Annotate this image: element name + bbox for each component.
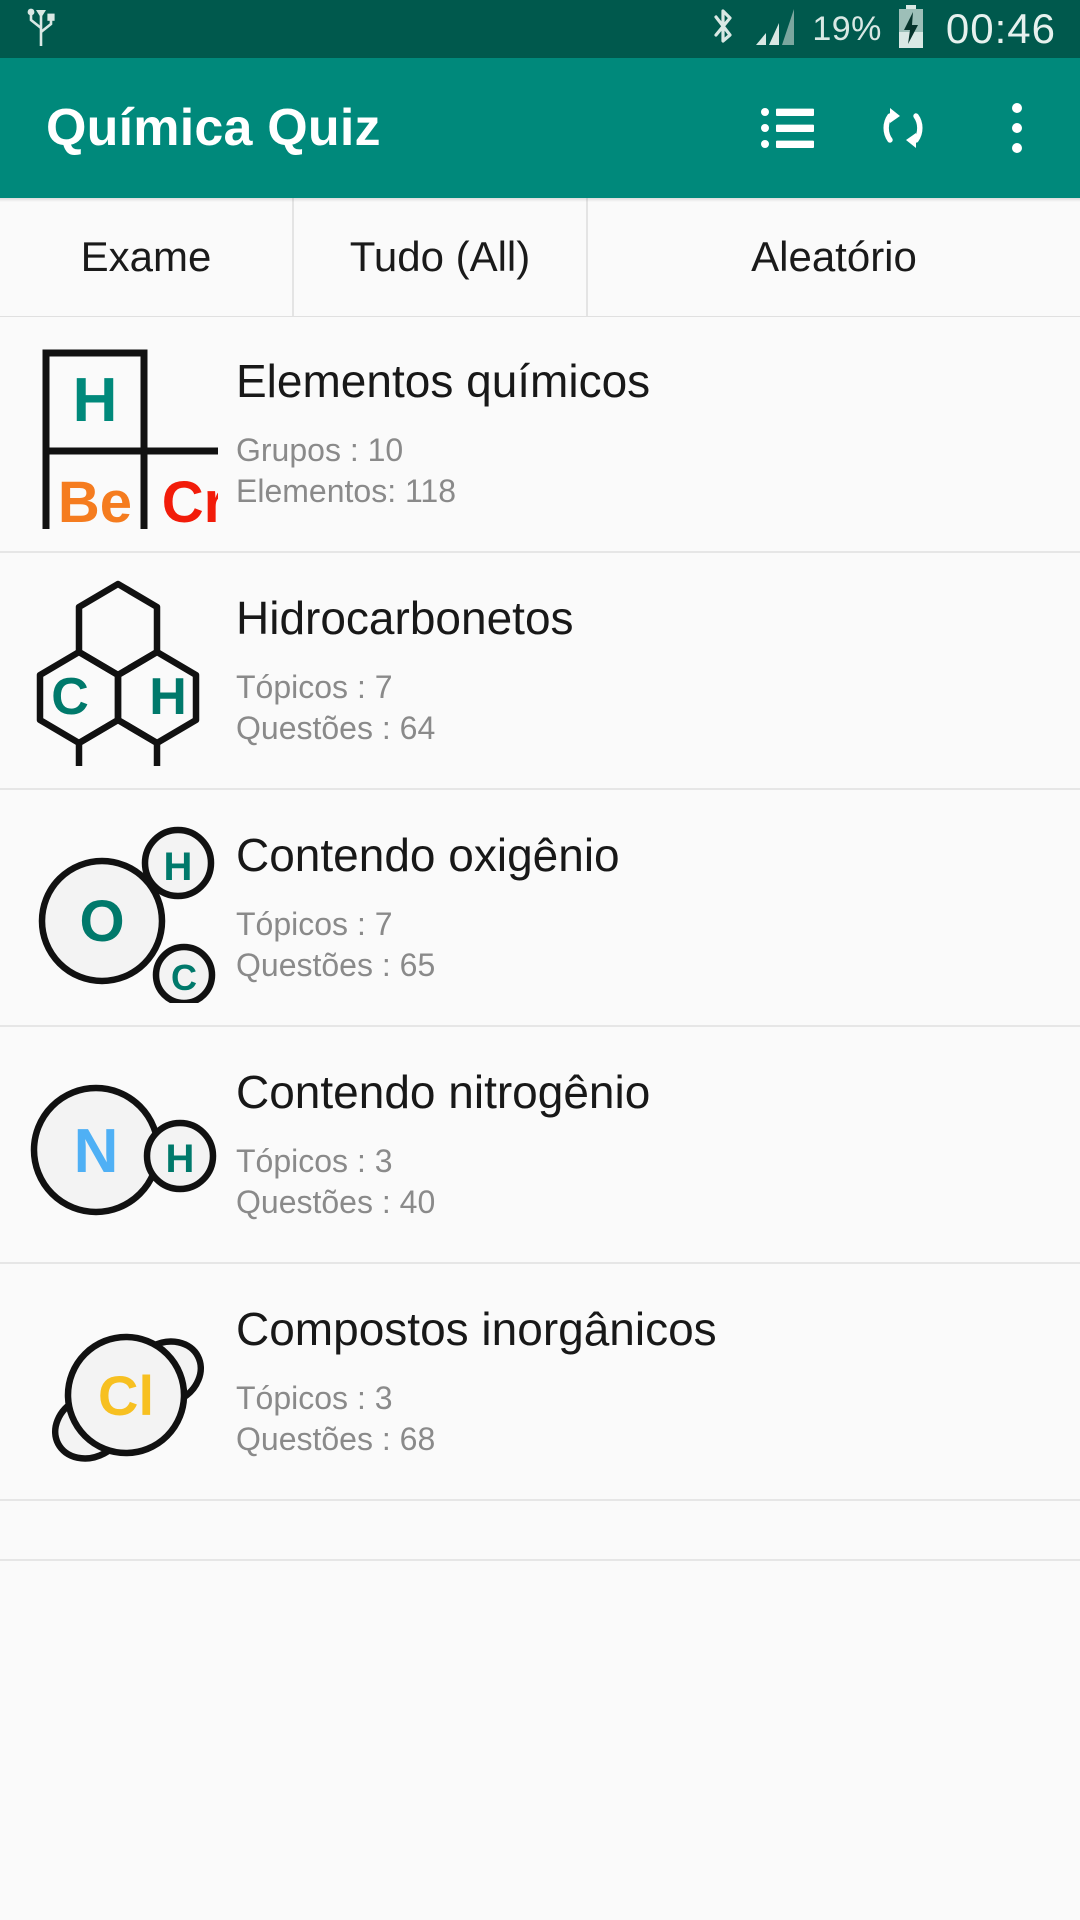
status-bar-left-icons xyxy=(24,6,58,53)
overflow-menu-icon[interactable] xyxy=(988,99,1046,157)
refresh-icon[interactable] xyxy=(874,99,932,157)
tab-bar: Exame Tudo (All) Aleatório xyxy=(0,198,1080,316)
category-list: H Be Cr Elementos químicos Grupos : 10 E… xyxy=(0,316,1080,1561)
periodic-table-icon: H Be Cr xyxy=(0,334,236,534)
symbol-Cr: Cr xyxy=(162,470,218,529)
chlorine-molecule-icon: Cl xyxy=(0,1282,236,1482)
status-bar: 19% 00:46 xyxy=(0,0,1080,58)
status-bar-clock: 00:46 xyxy=(945,5,1056,52)
symbol-N: N xyxy=(74,1117,119,1186)
tab-tudo-all[interactable]: Tudo (All) xyxy=(294,198,588,316)
list-item-title: Elementos químicos xyxy=(236,355,651,407)
tab-exame[interactable]: Exame xyxy=(0,198,294,316)
symbol-H: H xyxy=(166,1137,195,1181)
list-item[interactable]: H Be Cr Elementos químicos Grupos : 10 E… xyxy=(0,316,1080,553)
list-item-subtitle-2: Questões : 68 xyxy=(236,1420,436,1457)
list-item-title: Compostos inorgânicos xyxy=(236,1303,717,1355)
list-item-subtitle-2: Questões : 65 xyxy=(236,946,436,983)
list-item-subtitle-1: Grupos : 10 xyxy=(236,432,404,468)
symbol-Be: Be xyxy=(58,470,132,529)
list-item-text: Elementos químicos Grupos : 10 Elementos… xyxy=(236,334,650,512)
app-title: Química Quiz xyxy=(46,99,381,157)
symbol-O: O xyxy=(79,889,124,954)
list-item-text: Compostos inorgânicos Tópicos : 3 Questõ… xyxy=(236,1282,717,1460)
list-item-subtitle-1: Tópicos : 7 xyxy=(236,906,393,942)
list-item-title: Hidrocarbonetos xyxy=(236,592,574,644)
hydrocarbon-rings-icon: C H xyxy=(0,571,236,771)
symbol-C: C xyxy=(171,957,197,998)
bluetooth-icon xyxy=(708,5,738,54)
tab-aleatorio[interactable]: Aleatório xyxy=(588,198,1080,316)
symbol-H: H xyxy=(73,366,118,435)
usb-icon xyxy=(24,6,58,53)
list-item-text: Hidrocarbonetos Tópicos : 7 Questões : 6… xyxy=(236,571,574,749)
list-item-subtitle-2: Questões : 40 xyxy=(236,1183,436,1220)
list-item[interactable]: N H Contendo nitrogênio Tópicos : 3 Ques… xyxy=(0,1027,1080,1264)
oxygen-molecule-icon: O H C xyxy=(0,808,236,1008)
symbol-H: H xyxy=(149,668,187,726)
app-bar: Química Quiz xyxy=(0,58,1080,198)
list-item-title: Contendo nitrogênio xyxy=(236,1066,651,1118)
list-view-icon[interactable] xyxy=(760,99,818,157)
list-item-title: Contendo oxigênio xyxy=(236,829,620,881)
app-bar-actions xyxy=(760,99,1046,157)
symbol-H: H xyxy=(164,845,193,889)
list-item-subtitle-1: Tópicos : 3 xyxy=(236,1143,393,1179)
list-item-subtitle-2: Questões : 64 xyxy=(236,709,436,746)
symbol-C: C xyxy=(51,668,89,726)
cellular-signal-icon xyxy=(752,5,798,54)
list-item-subtitle-1: Tópicos : 3 xyxy=(236,1380,393,1416)
symbol-Cl: Cl xyxy=(98,1364,154,1427)
list-item[interactable]: Cl Compostos inorgânicos Tópicos : 3 Que… xyxy=(0,1264,1080,1501)
list-item-text: Contendo oxigênio Tópicos : 7 Questões :… xyxy=(236,808,620,986)
status-bar-right-icons: 19% 00:46 xyxy=(708,4,1056,55)
battery-charging-icon xyxy=(896,4,926,55)
list-item[interactable]: C H Hidrocarbonetos Tópicos : 7 Questões… xyxy=(0,553,1080,790)
list-item-partial[interactable] xyxy=(0,1501,1080,1561)
list-item-subtitle-2: Elementos: 118 xyxy=(236,472,456,509)
list-item-text: Contendo nitrogênio Tópicos : 3 Questões… xyxy=(236,1045,650,1223)
list-item-subtitle-1: Tópicos : 7 xyxy=(236,669,393,705)
nitrogen-molecule-icon: N H xyxy=(0,1045,236,1245)
battery-percent-label: 19% xyxy=(812,9,882,48)
list-item[interactable]: O H C Contendo oxigênio Tópicos : 7 Ques… xyxy=(0,790,1080,1027)
